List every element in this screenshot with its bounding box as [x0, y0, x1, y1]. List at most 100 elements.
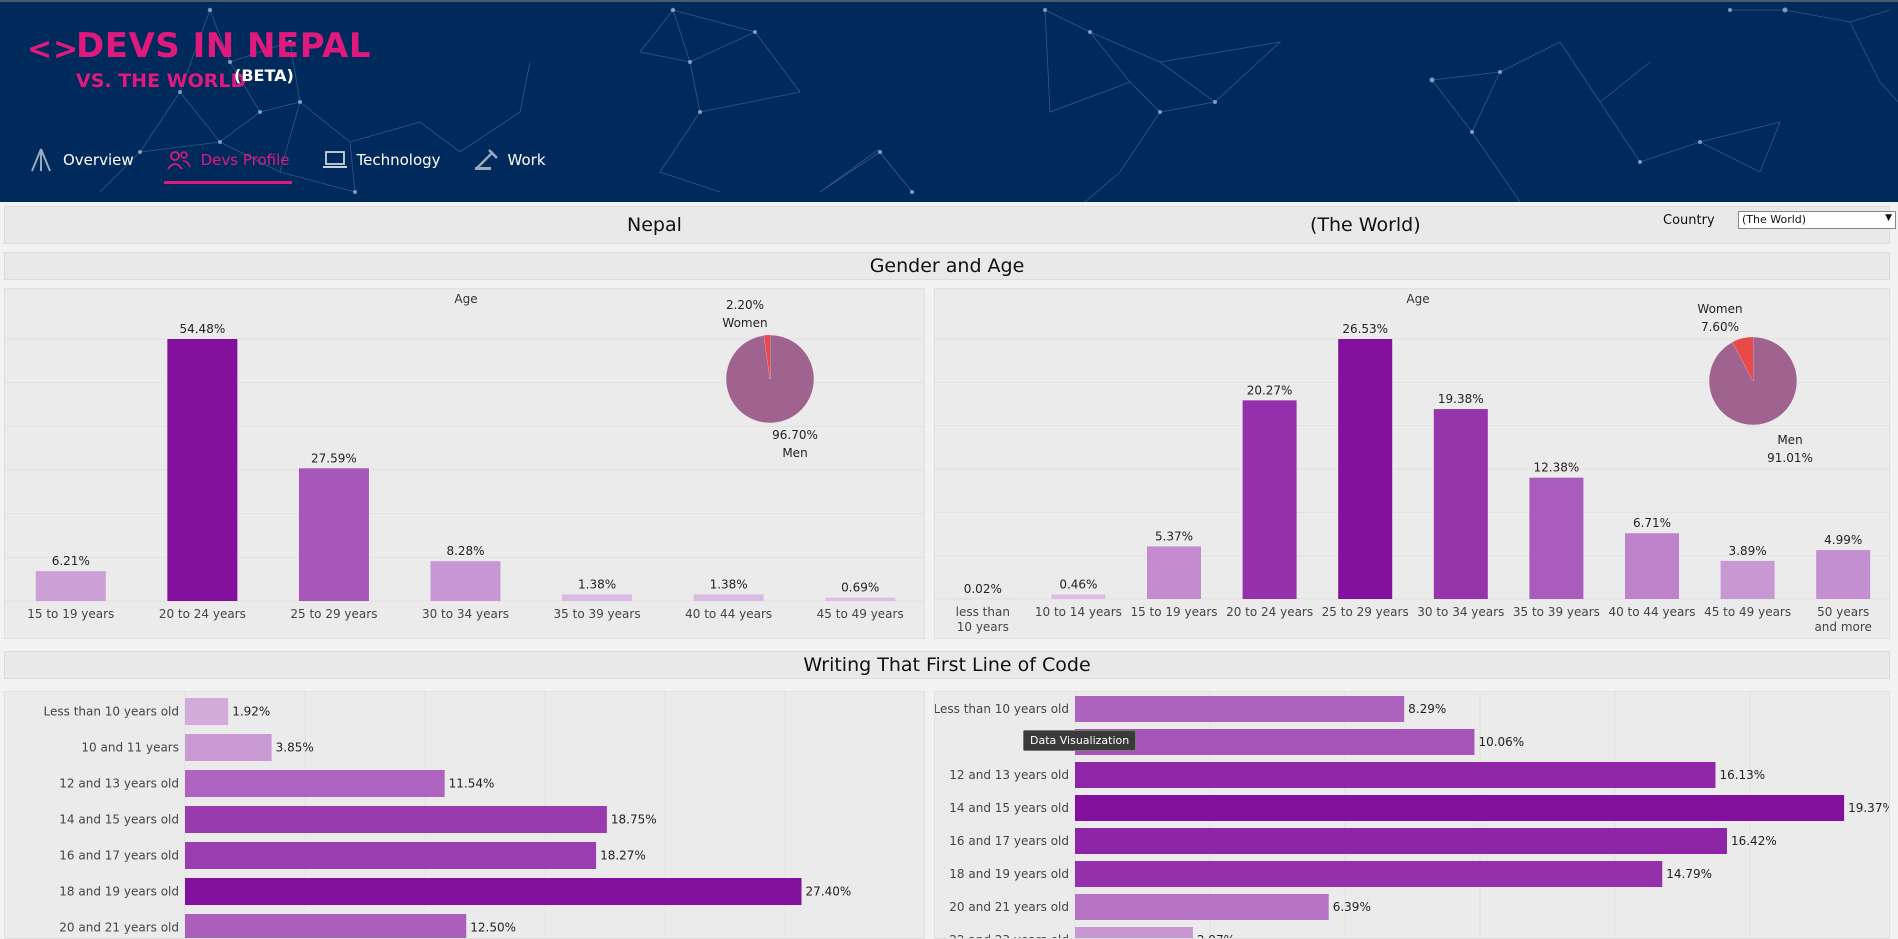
bar[interactable]	[1625, 533, 1679, 599]
bar[interactable]	[185, 770, 445, 797]
pie-label-women-name: Women	[722, 316, 767, 330]
bar[interactable]	[1075, 696, 1405, 722]
y-tick-label: 16 and 17 years old	[949, 834, 1069, 848]
data-label: 18.75%	[611, 813, 657, 827]
bar[interactable]	[825, 597, 896, 601]
bar[interactable]	[1075, 762, 1716, 788]
country-filter-label: Country	[1663, 213, 1715, 228]
data-label: 6.21%	[52, 554, 90, 568]
data-label: 3.85%	[276, 741, 314, 755]
x-tick-label: 15 to 19 years	[27, 607, 114, 621]
data-label: 12.50%	[470, 921, 516, 935]
bar[interactable]	[298, 468, 369, 601]
x-tick-label: and more	[1814, 620, 1871, 634]
data-label: 14.79%	[1666, 867, 1712, 881]
data-label: 2.97%	[1197, 933, 1235, 939]
bar[interactable]	[185, 698, 229, 725]
bar[interactable]	[1075, 861, 1663, 887]
x-tick-label: 45 to 49 years	[817, 607, 904, 621]
data-label: 1.38%	[578, 577, 616, 591]
bar[interactable]	[185, 878, 802, 905]
bar[interactable]	[185, 914, 467, 939]
world-age-chart: Age 0.02% less than10 years 0.46% 10 to 14 y…	[935, 292, 1889, 634]
country-select[interactable]: (The World) ▼	[1738, 211, 1896, 229]
x-tick-label: 40 to 44 years	[1608, 605, 1695, 619]
data-label: 8.29%	[1408, 702, 1446, 716]
chart-title: Age	[454, 292, 477, 306]
nepal-first-code-panel: Less than 10 years old 1.92% 10 and 11 yea…	[4, 691, 925, 939]
data-label: 12.38%	[1534, 461, 1580, 475]
x-tick-label: 30 to 34 years	[1417, 605, 1504, 619]
data-label: 8.28%	[446, 544, 484, 558]
y-tick-label: 22 and 23 years old	[949, 933, 1069, 939]
x-tick-label: 10 years	[957, 620, 1009, 634]
y-tick-label: 12 and 13 years old	[59, 777, 179, 791]
data-label: 19.37%	[1848, 801, 1890, 815]
people-icon	[166, 148, 192, 172]
bar[interactable]	[1816, 550, 1871, 599]
tools-icon	[473, 148, 499, 172]
x-tick-label: less than	[956, 605, 1010, 619]
dashboard-header: <> DEVS IN NEPAL VS. THE WORLD (BETA) Ov…	[0, 0, 1898, 202]
data-label: 19.38%	[1438, 392, 1484, 406]
data-label: 11.54%	[449, 777, 495, 791]
pie-label-men-value: Men	[1777, 433, 1802, 447]
world-first-code-panel: Less than 10 years old8.29%10 and10.06%1…	[934, 691, 1890, 939]
data-label: 20.27%	[1247, 383, 1293, 397]
bar[interactable]	[1075, 795, 1845, 821]
bar[interactable]	[1338, 339, 1393, 599]
data-label: 5.37%	[1155, 529, 1193, 543]
x-tick-label: 40 to 44 years	[685, 607, 772, 621]
nav-item-work[interactable]: Work	[471, 140, 548, 180]
section-title-first-code: Writing That First Line of Code	[4, 651, 1890, 679]
y-tick-label: 18 and 19 years old	[949, 867, 1069, 881]
bar[interactable]	[167, 339, 238, 601]
bar[interactable]	[562, 594, 633, 601]
y-tick-label: 10 and 11 years	[81, 741, 179, 755]
code-brackets-icon: <>	[27, 32, 80, 67]
y-tick-label: Less than 10 years old	[935, 702, 1069, 716]
bar[interactable]	[1720, 560, 1775, 599]
bar[interactable]	[1075, 894, 1329, 920]
pie-label-men-name: Men	[782, 446, 807, 460]
bar[interactable]	[1051, 594, 1106, 599]
country-title-row: Nepal (The World) Country (The World) ▼	[4, 206, 1896, 244]
data-label: 27.59%	[311, 451, 357, 465]
pie-label-men-value: 96.70%	[772, 428, 818, 442]
data-label: 3.89%	[1729, 544, 1767, 558]
bar[interactable]	[1075, 927, 1193, 939]
x-tick-label: 10 to 14 years	[1035, 605, 1122, 619]
nepal-age-panel: Age 6.21% 15 to 19 years 54.48% 20 to 24 yea…	[4, 288, 925, 639]
data-label: 6.71%	[1633, 516, 1671, 530]
chevron-down-icon: ▼	[1885, 213, 1892, 223]
world-age-panel: Age 0.02% less than 10 years 0.46% 10 to 14 y…	[934, 288, 1890, 639]
bar[interactable]	[35, 571, 106, 601]
bar[interactable]	[430, 561, 501, 601]
bar[interactable]	[185, 734, 272, 761]
pie-label-men-name: 91.01%	[1767, 451, 1813, 465]
main-nav: Overview Devs Profile Technology Work	[26, 140, 576, 184]
chart-title: Age	[1406, 292, 1429, 306]
data-label: 26.53%	[1342, 322, 1388, 336]
country-select-value: (The World)	[1742, 213, 1807, 226]
y-tick-label: Less than 10 years old	[44, 705, 179, 719]
bar[interactable]	[185, 806, 607, 833]
pie-label-women-name: 7.60%	[1701, 320, 1739, 334]
bar[interactable]	[1433, 409, 1488, 599]
bar[interactable]	[1529, 477, 1584, 599]
bar[interactable]	[693, 594, 764, 601]
bar[interactable]	[185, 842, 597, 869]
right-country-title: (The World)	[1310, 214, 1421, 236]
left-country-title: Nepal	[627, 214, 682, 236]
bar[interactable]	[1242, 400, 1297, 599]
bar[interactable]	[1075, 828, 1727, 854]
data-label: 0.69%	[841, 581, 879, 595]
nav-item-overview[interactable]: Overview	[26, 140, 136, 180]
pyramid-icon	[28, 148, 54, 172]
nepal-age-chart: Age 6.21% 15 to 19 years 54.48% 20 to 24 yea…	[5, 292, 924, 621]
nav-item-technology[interactable]: Technology	[320, 140, 443, 180]
y-tick-label: 18 and 19 years old	[59, 885, 179, 899]
nav-item-devs-profile[interactable]: Devs Profile	[163, 140, 292, 184]
y-tick-label: 14 and 15 years old	[59, 813, 179, 827]
bar[interactable]	[1147, 546, 1201, 599]
